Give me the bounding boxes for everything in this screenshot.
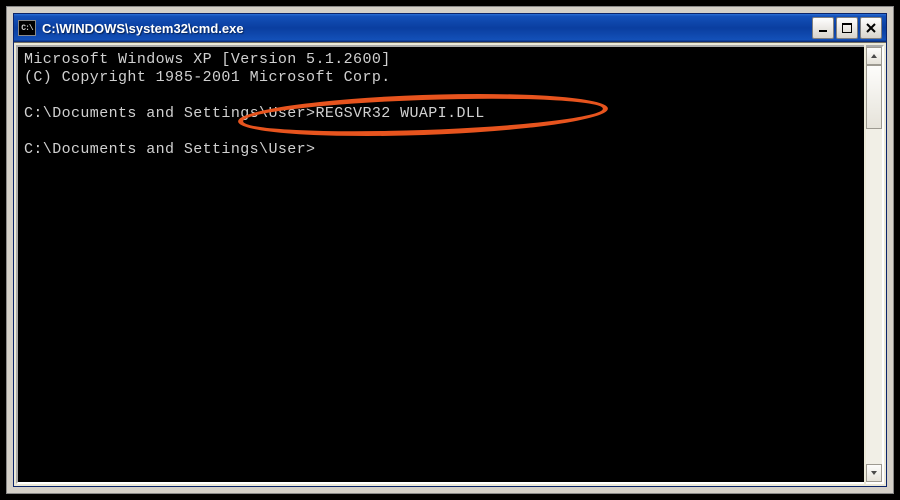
console-output[interactable]: Microsoft Windows XP [Version 5.1.2600] … [16,45,864,484]
vertical-scrollbar[interactable] [866,45,884,484]
outer-frame: C:\ C:\WINDOWS\system32\cmd.exe Microsof… [6,6,894,494]
scroll-down-button[interactable] [866,464,882,482]
version-line: Microsoft Windows XP [Version 5.1.2600] [24,51,391,68]
scroll-up-button[interactable] [866,47,882,65]
minimize-button[interactable] [812,17,834,39]
cmd-icon: C:\ [18,20,36,36]
maximize-button[interactable] [836,17,858,39]
maximize-icon [842,23,852,33]
cmd-window: C:\ C:\WINDOWS\system32\cmd.exe Microsof… [13,13,887,487]
chevron-down-icon [870,469,878,477]
close-button[interactable] [860,17,882,39]
command-1: REGSVR32 WUAPI.DLL [315,105,484,122]
titlebar[interactable]: C:\ C:\WINDOWS\system32\cmd.exe [14,14,886,42]
prompt-2: C:\Documents and Settings\User> [24,141,315,158]
close-icon [866,23,876,33]
cursor [315,142,324,158]
minimize-icon [818,23,828,33]
window-controls [812,17,882,39]
copyright-line: (C) Copyright 1985-2001 Microsoft Corp. [24,69,391,86]
scroll-track[interactable] [866,65,882,464]
chevron-up-icon [870,52,878,60]
client-area: Microsoft Windows XP [Version 5.1.2600] … [14,42,886,486]
window-title: C:\WINDOWS\system32\cmd.exe [42,21,812,36]
scroll-thumb[interactable] [866,65,882,129]
prompt-1: C:\Documents and Settings\User> [24,105,315,122]
